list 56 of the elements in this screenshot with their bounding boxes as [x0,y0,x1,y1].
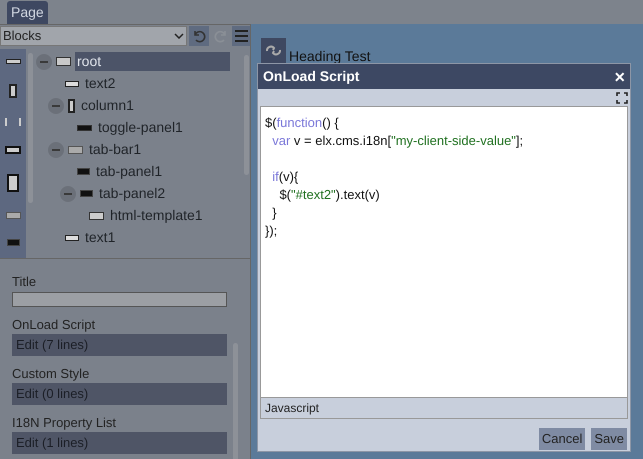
block-icon [77,168,90,175]
chevron-down-icon [174,33,184,39]
scrollbar[interactable] [244,55,248,175]
code-editor[interactable]: $(function() { var v = elx.cms.i18n["my-client-side-value"]; if(v){ $("#text2").text(v) } }); [260,106,628,398]
scrollbar[interactable] [28,53,32,203]
title-input[interactable] [12,292,227,307]
block-icon[interactable] [9,84,17,98]
dialog-button[interactable]: Save [591,428,627,450]
property-label: I18N Property List [12,414,118,432]
collapse-toggle[interactable] [36,54,52,70]
tree-item[interactable]: root [75,52,230,71]
block-icon [80,190,93,197]
tree-item[interactable]: tab-panel1 [94,162,164,181]
menu-button[interactable] [232,26,250,46]
dialog-title: OnLoad Script [263,67,360,86]
dialog-button[interactable]: Cancel [538,428,586,450]
code-line: }); [265,222,278,240]
block-icon[interactable] [6,59,20,64]
block-icon [68,98,75,112]
code-line: $(function() { [265,114,340,132]
property-label: Custom Style [12,365,90,383]
collapse-toggle[interactable] [48,98,64,114]
block-icon[interactable] [5,146,21,154]
undo-button[interactable] [189,26,209,46]
property-label: Title [12,273,38,291]
tree-item[interactable]: column1 [79,96,136,115]
code-line: var v = elx.cms.i18n["my-client-side-value"]; [271,132,524,150]
tree-item[interactable]: text2 [83,74,118,93]
code-line: } [271,204,278,222]
undo-icon [192,29,206,43]
tree-item[interactable]: toggle-panel1 [96,118,185,137]
block-icon[interactable] [7,174,19,192]
tree-item[interactable]: tab-panel2 [97,184,168,203]
collapse-toggle[interactable] [60,186,76,202]
language-label: Javascript [260,398,628,419]
block-icon [65,80,79,86]
tree-item[interactable]: html-template1 [108,206,205,225]
block-icon [77,124,92,130]
property-label: OnLoad Script [12,316,96,334]
collapse-toggle[interactable] [48,142,64,158]
page-tab[interactable]: Page [7,1,48,24]
block-icon [56,57,71,66]
tree-item[interactable]: tab-bar1 [87,140,144,159]
block-icon [89,212,104,220]
edit-button[interactable]: Edit (7 lines) [12,334,227,356]
block-icon [65,234,79,240]
tree-item[interactable]: text1 [83,228,118,247]
edit-button[interactable]: Edit (1 lines) [12,432,227,454]
close-button[interactable]: × [614,68,625,86]
code-line: $("#text2").text(v) [278,186,381,204]
preview-heading: Heading Test [289,49,370,63]
block-select[interactable]: Blocks [0,26,188,46]
fullscreen-icon [616,92,628,104]
edit-button[interactable]: Edit (0 lines) [12,383,227,405]
code-line: if(v){ [271,168,300,186]
block-icon [68,146,83,154]
